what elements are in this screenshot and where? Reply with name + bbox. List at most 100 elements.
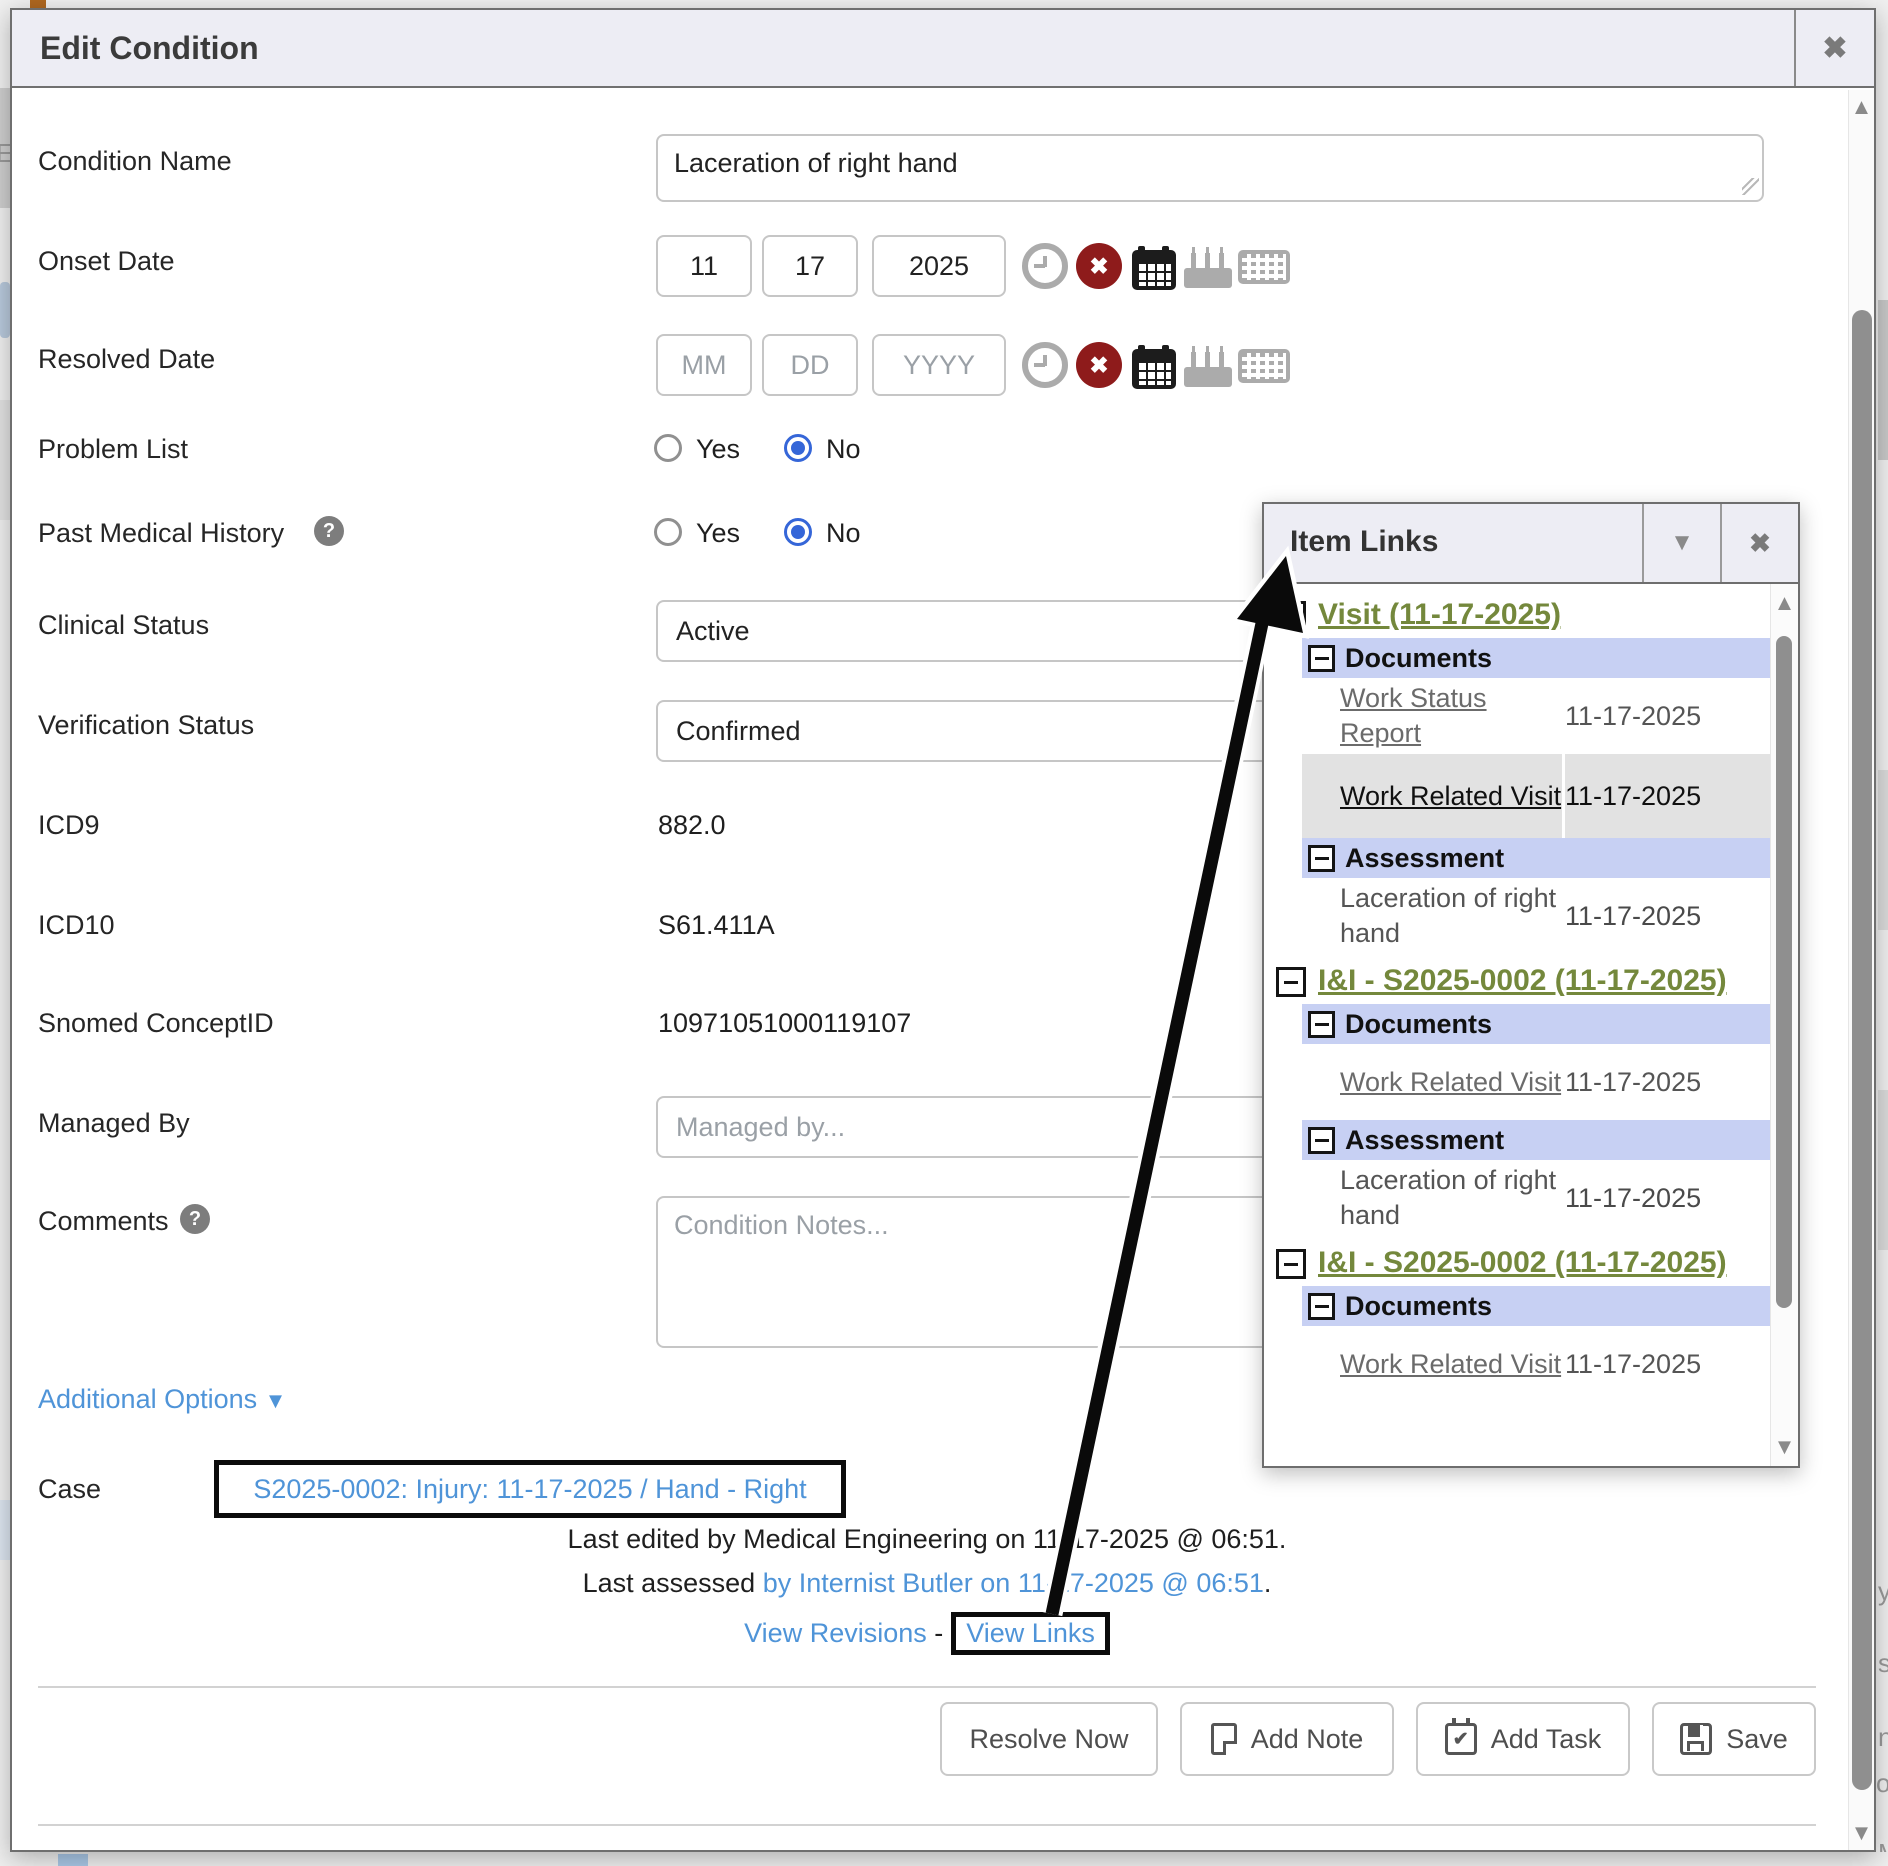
problem-list-yes-radio[interactable] [654, 434, 682, 462]
resolve-now-label: Resolve Now [969, 1724, 1128, 1755]
resolved-month-input[interactable] [656, 334, 752, 396]
background-fragment [30, 0, 46, 8]
resolved-year-input[interactable] [872, 334, 1006, 396]
dialog-scrollbar[interactable]: ▲ ▼ [1848, 90, 1874, 1850]
case-link[interactable]: S2025-0002: Injury: 11-17-2025 / Hand - … [253, 1474, 806, 1505]
problem-list-no-radio[interactable] [784, 434, 812, 462]
past-medical-history-label: Past Medical History [38, 518, 284, 549]
additional-options-link[interactable]: Additional Options ▼ [38, 1384, 286, 1415]
collapse-minus-icon[interactable] [1308, 1293, 1335, 1320]
resolved-day-input[interactable] [762, 334, 858, 396]
item-links-doc-text: Work Related Visit [1302, 1044, 1562, 1120]
item-links-section-row: Documents [1302, 638, 1770, 678]
dialog-scrollbar-thumb[interactable] [1852, 310, 1872, 1790]
item-links-group-link[interactable]: I&I - S2025-0002 (11-17-2025) [1318, 964, 1727, 997]
note-icon [1211, 1723, 1237, 1755]
clear-date-icon[interactable]: ✖ [1076, 342, 1122, 388]
pmh-yes-radio[interactable] [654, 518, 682, 546]
help-icon[interactable]: ? [180, 1204, 210, 1234]
keyboard-icon[interactable] [1238, 349, 1290, 383]
last-assessed-suffix: . [1264, 1568, 1272, 1598]
resolve-now-button[interactable]: Resolve Now [940, 1702, 1158, 1776]
item-links-doc-link[interactable]: Work Related Visit [1340, 779, 1562, 814]
item-links-tree: Visit (11-17-2025) Documents Work Status R… [1264, 584, 1770, 1466]
clock-icon[interactable] [1022, 243, 1068, 289]
item-links-section-label: Documents [1345, 643, 1492, 674]
save-button[interactable]: Save [1652, 1702, 1816, 1776]
item-links-doc-row: Work Related Visit11-17-2025 [1302, 754, 1770, 838]
verification-status-label: Verification Status [38, 710, 254, 741]
item-links-doc-link[interactable]: Work Status Report [1340, 681, 1562, 751]
onset-month-input[interactable] [656, 235, 752, 297]
item-links-doc-label: Laceration of right hand [1340, 1163, 1562, 1233]
item-links-group-link[interactable]: I&I - S2025-0002 (11-17-2025) [1318, 1246, 1727, 1279]
pmh-no-label: No [826, 518, 861, 549]
item-links-group-link[interactable]: Visit (11-17-2025) [1318, 598, 1561, 631]
item-links-doc-row: Laceration of right hand11-17-2025 [1302, 1160, 1770, 1236]
save-label: Save [1726, 1724, 1788, 1755]
condition-name-input[interactable] [656, 134, 1764, 202]
item-links-scrollbar[interactable]: ▲ ▼ [1770, 584, 1798, 1466]
snomed-label: Snomed ConceptID [38, 1008, 274, 1039]
last-assessed-text: Last assessed by Internist Butler on 11-… [38, 1568, 1816, 1599]
icd10-value: S61.411A [658, 910, 775, 941]
item-links-doc-label: Laceration of right hand [1340, 881, 1562, 951]
verification-status-value: Confirmed [676, 716, 801, 747]
calendar-icon[interactable] [1132, 349, 1176, 389]
pmh-no-radio[interactable] [784, 518, 812, 546]
add-task-button[interactable]: ✔ Add Task [1416, 1702, 1630, 1776]
item-links-doc-text: Laceration of right hand [1302, 878, 1562, 954]
onset-year-input[interactable] [872, 235, 1006, 297]
collapse-minus-icon[interactable] [1308, 845, 1335, 872]
collapse-minus-icon[interactable] [1276, 967, 1306, 997]
collapse-minus-icon[interactable] [1308, 1011, 1335, 1038]
keyboard-icon[interactable] [1238, 250, 1290, 284]
background-fragment [0, 0, 10, 1866]
icd9-label: ICD9 [38, 810, 100, 841]
item-links-close-button[interactable]: ✖ [1720, 504, 1798, 582]
item-links-doc-date: 11-17-2025 [1565, 754, 1770, 838]
background-fragment [1878, 300, 1888, 460]
resize-grip-icon[interactable] [1742, 178, 1759, 195]
pmh-yes-label: Yes [696, 518, 740, 549]
link-separator: - [934, 1618, 943, 1648]
birthday-icon[interactable] [1184, 343, 1232, 389]
view-revisions-link[interactable]: View Revisions [744, 1618, 927, 1648]
collapse-minus-icon[interactable] [1276, 601, 1306, 631]
clinical-status-value: Active [676, 616, 750, 647]
save-icon [1680, 1723, 1712, 1755]
item-links-group-row: Visit (11-17-2025) [1274, 588, 1770, 638]
clear-date-icon[interactable]: ✖ [1076, 243, 1122, 289]
scroll-up-icon[interactable]: ▲ [1849, 94, 1874, 120]
onset-day-input[interactable] [762, 235, 858, 297]
last-assessed-link[interactable]: by Internist Butler on 11-17-2025 @ 06:5… [763, 1568, 1264, 1598]
view-links-link[interactable]: View Links [966, 1618, 1095, 1648]
background-fragment [58, 1854, 88, 1866]
case-label: Case [38, 1474, 101, 1505]
collapse-minus-icon[interactable] [1308, 645, 1335, 672]
scroll-down-icon[interactable]: ▼ [1771, 1434, 1798, 1460]
item-links-section-row: Documents [1302, 1286, 1770, 1326]
background-fragment [0, 400, 10, 520]
item-links-collapse-button[interactable]: ▼ [1642, 504, 1720, 582]
condition-name-label: Condition Name [38, 146, 232, 177]
additional-options-label[interactable]: Additional Options [38, 1384, 257, 1414]
scroll-up-icon[interactable]: ▲ [1771, 590, 1798, 616]
collapse-minus-icon[interactable] [1276, 1249, 1306, 1279]
problem-list-no-label: No [826, 434, 861, 465]
add-note-button[interactable]: Add Note [1180, 1702, 1394, 1776]
clock-icon[interactable] [1022, 342, 1068, 388]
item-links-doc-link[interactable]: Work Related Visit [1340, 1065, 1562, 1100]
item-links-header: Item Links ▼ ✖ [1264, 504, 1798, 584]
collapse-minus-icon[interactable] [1308, 1127, 1335, 1154]
item-links-doc-link[interactable]: Work Related Visit [1340, 1347, 1562, 1382]
calendar-icon[interactable] [1132, 250, 1176, 290]
item-links-section-label: Documents [1345, 1291, 1492, 1322]
item-links-scrollbar-thumb[interactable] [1776, 636, 1792, 1308]
help-icon[interactable]: ? [314, 516, 344, 546]
dialog-close-button[interactable]: ✖ [1794, 10, 1874, 86]
scroll-down-icon[interactable]: ▼ [1849, 1820, 1874, 1846]
last-assessed-prefix: Last assessed [583, 1568, 763, 1598]
footer-divider [38, 1686, 1816, 1688]
birthday-icon[interactable] [1184, 244, 1232, 290]
